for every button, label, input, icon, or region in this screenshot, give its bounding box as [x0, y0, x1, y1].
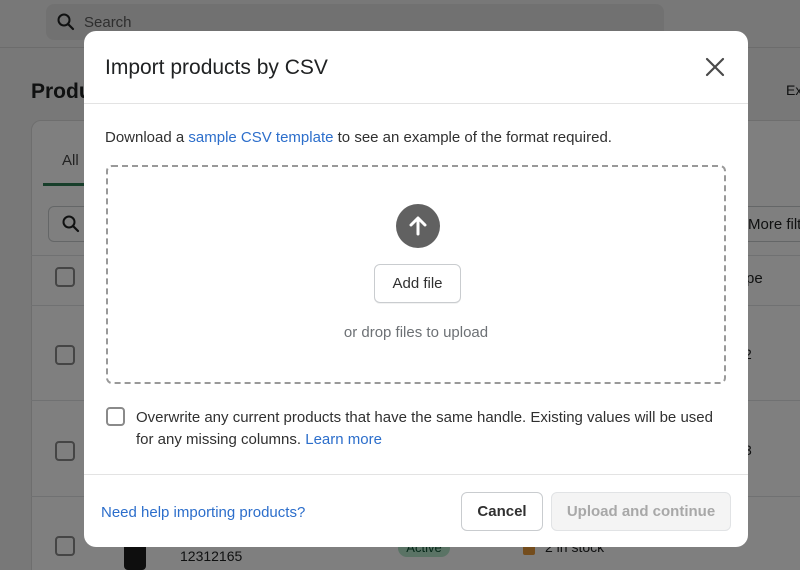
learn-more-link[interactable]: Learn more: [305, 431, 382, 448]
add-file-button[interactable]: Add file: [374, 264, 461, 303]
overwrite-description: Overwrite any current products that have…: [136, 409, 713, 448]
modal-header: Import products by CSV: [84, 31, 748, 104]
close-icon: [705, 57, 725, 77]
intro-suffix: to see an example of the format required…: [333, 129, 612, 146]
intro-prefix: Download a: [105, 129, 189, 146]
overwrite-checkbox[interactable]: [106, 407, 125, 426]
overwrite-label: Overwrite any current products that have…: [136, 407, 726, 451]
sample-csv-template-link[interactable]: sample CSV template: [188, 129, 333, 146]
intro-text: Download a sample CSV template to see an…: [105, 129, 612, 146]
file-dropzone[interactable]: Add file or drop files to upload: [106, 165, 726, 384]
drop-hint-text: or drop files to upload: [343, 324, 489, 341]
import-csv-modal: Import products by CSV Download a sample…: [84, 31, 748, 547]
modal-title: Import products by CSV: [105, 56, 328, 79]
help-importing-link[interactable]: Need help importing products?: [101, 504, 305, 521]
cancel-button[interactable]: Cancel: [461, 492, 543, 531]
modal-body: Download a sample CSV template to see an…: [84, 104, 748, 474]
close-button[interactable]: [701, 53, 729, 81]
upload-and-continue-button[interactable]: Upload and continue: [551, 492, 731, 531]
modal-footer: Need help importing products? Cancel Upl…: [84, 474, 748, 547]
arrow-up-icon: [396, 204, 440, 248]
